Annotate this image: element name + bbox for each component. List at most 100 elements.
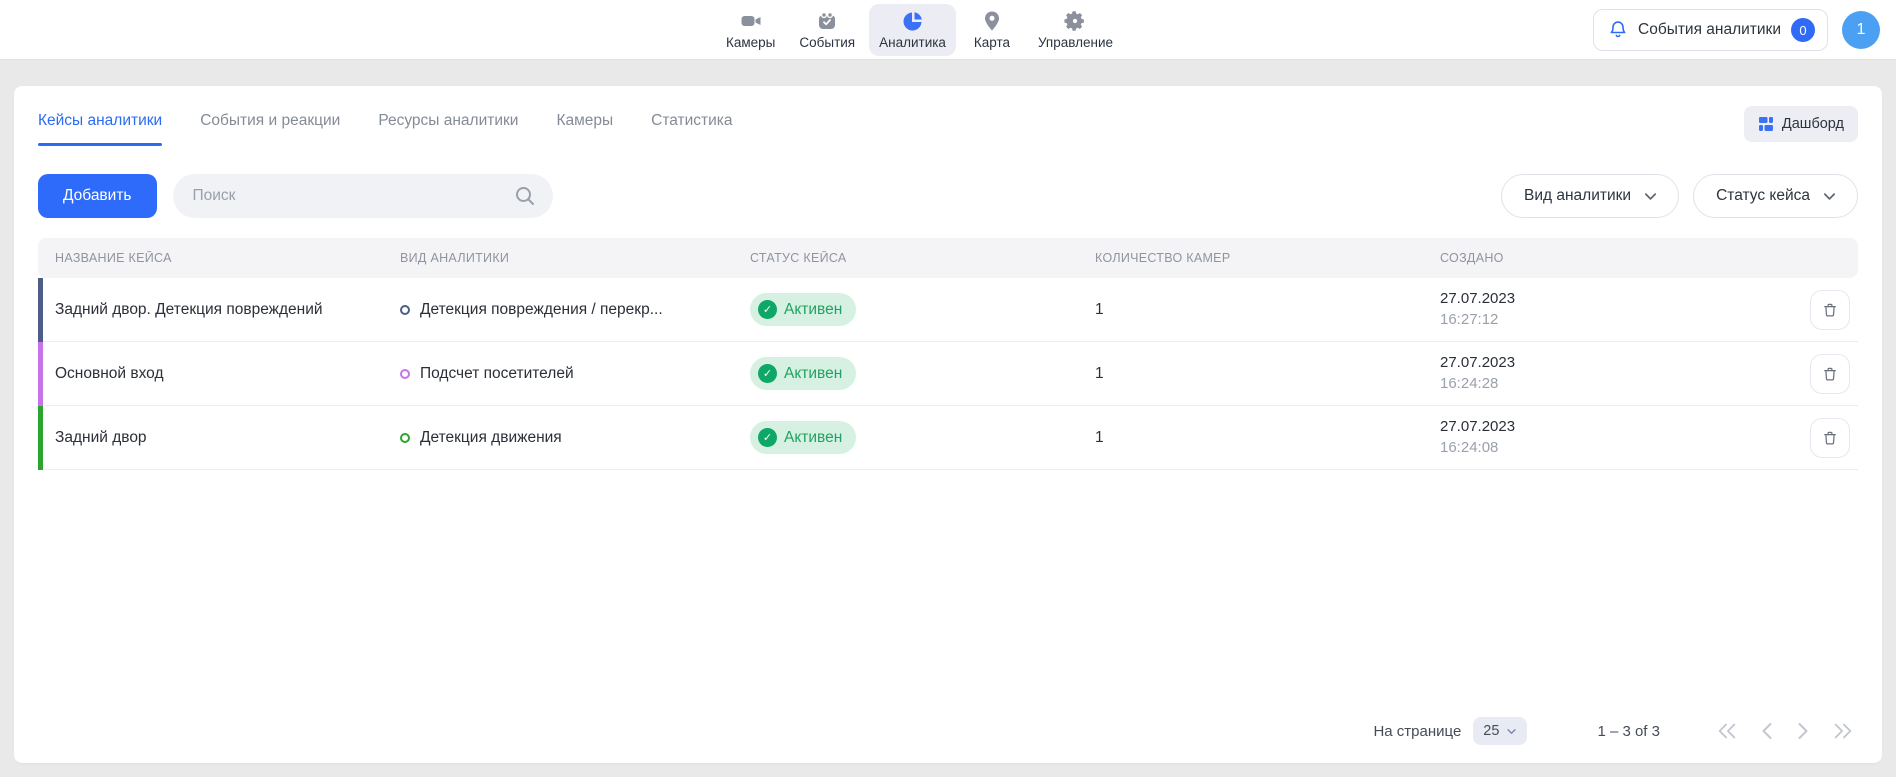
camera-count: 1: [1078, 365, 1423, 383]
delete-case-button[interactable]: [1810, 418, 1850, 458]
analytics-type-cell: Подсчет посетителей: [383, 365, 733, 383]
events-count-badge: 0: [1791, 18, 1815, 42]
header-case-status: Статус кейса: [733, 251, 1078, 265]
tab-analytics-resources[interactable]: Ресурсы аналитики: [378, 112, 518, 146]
chevron-down-icon: [1643, 189, 1658, 204]
status-badge: ✓ Активен: [750, 421, 856, 454]
per-page-select[interactable]: 25: [1473, 717, 1527, 745]
row-actions: [1783, 290, 1858, 330]
header-camera-count: Количество камер: [1078, 251, 1423, 265]
bell-icon: [1608, 20, 1628, 40]
created-cell: 27.07.2023 16:24:08: [1423, 417, 1783, 458]
created-time: 16:24:08: [1440, 438, 1783, 458]
nav-label: Карта: [974, 35, 1010, 50]
nav-label: Камеры: [726, 35, 775, 50]
status-badge: ✓ Активен: [750, 357, 856, 390]
status-label: Активен: [784, 429, 842, 447]
header-case-name: Название кейса: [38, 251, 383, 265]
chevron-down-icon: [1506, 726, 1517, 737]
analytics-events-label: События аналитики: [1638, 21, 1781, 39]
table-row[interactable]: Задний двор. Детекция повреждений Детекц…: [38, 278, 1858, 342]
analytics-events-button[interactable]: События аналитики 0: [1593, 9, 1828, 51]
table-row[interactable]: Основной вход Подсчет посетителей ✓ Акти…: [38, 342, 1858, 406]
camera-count: 1: [1078, 301, 1423, 319]
trash-icon: [1821, 429, 1839, 447]
search-icon[interactable]: [513, 184, 537, 213]
double-chevron-left-icon: [1716, 722, 1738, 740]
search-input[interactable]: [173, 174, 553, 218]
status-label: Активен: [784, 301, 842, 319]
case-name: Задний двор. Детекция повреждений: [38, 301, 383, 319]
analytics-type-cell: Детекция движения: [383, 429, 733, 447]
tab-statistics[interactable]: Статистика: [651, 112, 732, 146]
nav-item-management[interactable]: Управление: [1028, 4, 1123, 56]
delete-case-button[interactable]: [1810, 290, 1850, 330]
first-page-button[interactable]: [1716, 722, 1738, 740]
toolbar: Добавить Вид аналитики Статус кейса: [14, 152, 1882, 218]
case-color-bar: [38, 406, 43, 470]
topbar-right: События аналитики 0 1: [1593, 0, 1880, 60]
created-time: 16:24:28: [1440, 374, 1783, 394]
status-label: Активен: [784, 365, 842, 383]
row-actions: [1783, 418, 1858, 458]
check-circle-icon: ✓: [758, 300, 777, 319]
tabs-row: Кейсы аналитики События и реакции Ресурс…: [14, 86, 1882, 152]
dashboard-button[interactable]: Дашборд: [1744, 106, 1858, 142]
created-cell: 27.07.2023 16:24:28: [1423, 353, 1783, 394]
table-row[interactable]: Задний двор Детекция движения ✓ Активен …: [38, 406, 1858, 470]
cases-table: Название кейса Вид аналитики Статус кейс…: [38, 238, 1858, 470]
pie-chart-icon: [901, 9, 925, 33]
trash-icon: [1821, 365, 1839, 383]
pager-controls: [1716, 722, 1854, 740]
next-page-button[interactable]: [1796, 722, 1810, 740]
analytics-panel: Кейсы аналитики События и реакции Ресурс…: [14, 86, 1882, 763]
header-analytics-type: Вид аналитики: [383, 251, 733, 265]
nav-item-map[interactable]: Карта: [960, 4, 1024, 56]
previous-page-button[interactable]: [1760, 722, 1774, 740]
analytics-type-filter-label: Вид аналитики: [1524, 187, 1631, 205]
last-page-button[interactable]: [1832, 722, 1854, 740]
case-status-cell: ✓ Активен: [733, 357, 1078, 390]
chevron-right-icon: [1796, 722, 1810, 740]
search-field: [173, 174, 553, 218]
video-camera-icon: [739, 9, 763, 33]
case-color-bar: [38, 278, 43, 342]
nav-item-cameras[interactable]: Камеры: [716, 4, 785, 56]
row-actions: [1783, 354, 1858, 394]
check-circle-icon: ✓: [758, 428, 777, 447]
nav-label: События: [799, 35, 855, 50]
created-date: 27.07.2023: [1440, 289, 1783, 309]
case-name: Задний двор: [38, 429, 383, 447]
chevron-left-icon: [1760, 722, 1774, 740]
analytics-type-cell: Детекция повреждения / перекр...: [383, 301, 733, 319]
page-range-label: 1 – 3 of 3: [1597, 723, 1660, 740]
header-created: Создано: [1423, 251, 1783, 265]
dashboard-grid-icon: [1758, 116, 1774, 132]
nav-label: Аналитика: [879, 35, 946, 50]
map-pin-icon: [980, 9, 1004, 33]
chevron-down-icon: [1822, 189, 1837, 204]
analytics-type-ring-icon: [400, 369, 410, 379]
case-color-bar: [38, 342, 43, 406]
case-status-filter[interactable]: Статус кейса: [1693, 174, 1858, 218]
analytics-type-label: Детекция повреждения / перекр...: [420, 301, 663, 319]
tab-analytics-cases[interactable]: Кейсы аналитики: [38, 112, 162, 146]
created-time: 16:27:12: [1440, 310, 1783, 330]
per-page-label: На странице: [1373, 723, 1461, 740]
pagination: На странице 25 1 – 3 of 3: [14, 717, 1882, 763]
main-navigation: Камеры События Аналитика Карта Управлени: [716, 0, 1123, 60]
user-avatar[interactable]: 1: [1842, 11, 1880, 49]
tab-events-reactions[interactable]: События и реакции: [200, 112, 340, 146]
created-date: 27.07.2023: [1440, 417, 1783, 437]
camera-count: 1: [1078, 429, 1423, 447]
tab-cameras[interactable]: Камеры: [556, 112, 613, 146]
trash-icon: [1821, 301, 1839, 319]
delete-case-button[interactable]: [1810, 354, 1850, 394]
analytics-type-ring-icon: [400, 433, 410, 443]
nav-item-events[interactable]: События: [789, 4, 865, 56]
case-name: Основной вход: [38, 365, 383, 383]
analytics-type-filter[interactable]: Вид аналитики: [1501, 174, 1679, 218]
nav-item-analytics[interactable]: Аналитика: [869, 4, 956, 56]
tabs: Кейсы аналитики События и реакции Ресурс…: [38, 112, 733, 146]
add-case-button[interactable]: Добавить: [38, 174, 157, 218]
